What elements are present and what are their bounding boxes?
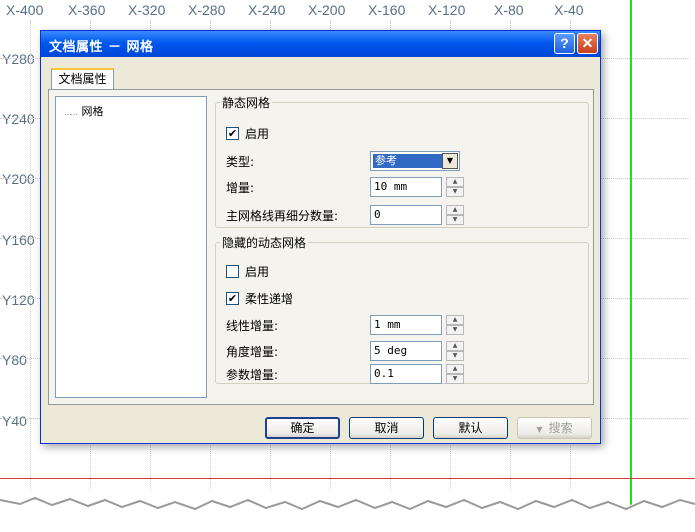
y-axis-line (630, 0, 632, 510)
spin-down-icon[interactable]: ▼ (446, 374, 464, 384)
spin-up-icon[interactable]: ▲ (446, 205, 464, 215)
static-grid-enable-checkbox[interactable]: ✔ 启用 (226, 125, 269, 142)
chevron-down-icon[interactable]: ▼ (442, 153, 458, 169)
parameter-increment-spinner[interactable]: ▲ ▼ (446, 364, 464, 384)
angle-increment-spinner[interactable]: ▲ ▼ (446, 341, 464, 361)
default-button[interactable]: 默认 (433, 417, 508, 439)
increment-input[interactable]: 10 mm (370, 177, 442, 197)
increment-spinner[interactable]: ▲ ▼ (446, 177, 464, 197)
spin-down-icon[interactable]: ▼ (446, 187, 464, 197)
x-ruler-label: X-160 (368, 2, 406, 18)
spin-down-icon[interactable]: ▼ (446, 351, 464, 361)
search-button[interactable]: ▼ 搜索 (517, 417, 592, 439)
angle-increment-input[interactable]: 5 deg (370, 341, 442, 361)
parameter-increment-label: 参数增量: (226, 368, 279, 382)
x-ruler-label: X-80 (494, 2, 524, 18)
increment-label: 增量: (226, 181, 255, 195)
tree-item-grid[interactable]: 网格 (64, 103, 104, 119)
spin-up-icon[interactable]: ▲ (446, 177, 464, 187)
dialog-titlebar[interactable]: 文档属性 － 网格 ? ✕ (41, 31, 600, 57)
subdivision-spinner[interactable]: ▲ ▼ (446, 205, 464, 225)
grid-line (30, 20, 31, 490)
static-grid-group: 静态网格 ✔ 启用 类型: 参考 ▼ 增量: 10 mm ▲ ▼ 主网格线再细分… (215, 94, 589, 228)
dynamic-grid-group: 隐藏的动态网格 启用 ✔ 柔性递增 线性增量: 1 mm ▲ ▼ 角度增量: 5… (215, 234, 589, 384)
tab-panel: 网格 静态网格 ✔ 启用 类型: 参考 ▼ 增量: 10 mm ▲ ▼ 主网格线… (48, 89, 594, 405)
linear-increment-label: 线性增量: (226, 319, 279, 333)
angle-increment-label: 角度增量: (226, 345, 279, 359)
linear-increment-spinner[interactable]: ▲ ▼ (446, 315, 464, 335)
x-ruler: X-400 X-360 X-320 X-280 X-240 X-200 X-16… (0, 0, 695, 20)
spin-up-icon[interactable]: ▲ (446, 341, 464, 351)
flexible-increment-checkbox[interactable]: ✔ 柔性递增 (226, 290, 293, 307)
type-select-value: 参考 (373, 154, 443, 168)
x-ruler-label: X-400 (6, 2, 44, 18)
chevron-down-icon: ▼ (536, 425, 543, 434)
x-ruler-label: X-320 (128, 2, 166, 18)
linear-increment-input[interactable]: 1 mm (370, 315, 442, 335)
dynamic-grid-enable-label: 启用 (245, 265, 270, 279)
help-icon[interactable]: ? (554, 33, 575, 54)
subdivision-label: 主网格线再细分数量: (226, 209, 339, 223)
spin-up-icon[interactable]: ▲ (446, 364, 464, 374)
x-ruler-label: X-200 (308, 2, 346, 18)
dynamic-grid-enable-checkbox[interactable]: 启用 (226, 263, 269, 280)
torn-edge (0, 496, 695, 532)
flexible-increment-label: 柔性递增 (245, 292, 294, 306)
x-ruler-label: X-360 (68, 2, 106, 18)
dynamic-grid-legend: 隐藏的动态网格 (222, 236, 307, 250)
tab-document-properties[interactable]: 文档属性 (51, 68, 114, 90)
y-ruler-label: Y80 (2, 352, 27, 368)
subdivision-input[interactable]: 0 (370, 205, 442, 225)
checkbox-checked-icon: ✔ (226, 127, 239, 140)
x-axis-line (0, 478, 695, 479)
close-icon[interactable]: ✕ (577, 33, 598, 54)
spin-up-icon[interactable]: ▲ (446, 315, 464, 325)
grid-properties-dialog: 文档属性 － 网格 ? ✕ 文档属性 网格 静态网格 ✔ 启用 类型: 参考 ▼… (40, 30, 601, 444)
x-ruler-label: X-280 (188, 2, 226, 18)
type-select[interactable]: 参考 ▼ (370, 151, 460, 171)
static-grid-legend: 静态网格 (222, 96, 271, 110)
options-tree[interactable]: 网格 (55, 96, 207, 398)
search-button-label: 搜索 (548, 421, 573, 435)
ok-button[interactable]: 确定 (265, 417, 340, 439)
x-ruler-label: X-40 (554, 2, 584, 18)
spin-down-icon[interactable]: ▼ (446, 215, 464, 225)
x-ruler-label: X-240 (248, 2, 286, 18)
tree-item-label: 网格 (81, 105, 104, 118)
y-ruler-label: Y40 (2, 413, 27, 429)
checkbox-checked-icon: ✔ (226, 292, 239, 305)
spin-down-icon[interactable]: ▼ (446, 325, 464, 335)
x-ruler-label: X-120 (428, 2, 466, 18)
checkbox-unchecked-icon (226, 265, 239, 278)
parameter-increment-input[interactable]: 0.1 (370, 364, 442, 384)
cancel-button[interactable]: 取消 (349, 417, 424, 439)
dialog-title: 文档属性 － 网格 (49, 40, 154, 55)
static-grid-enable-label: 启用 (245, 127, 270, 141)
type-label: 类型: (226, 155, 255, 169)
